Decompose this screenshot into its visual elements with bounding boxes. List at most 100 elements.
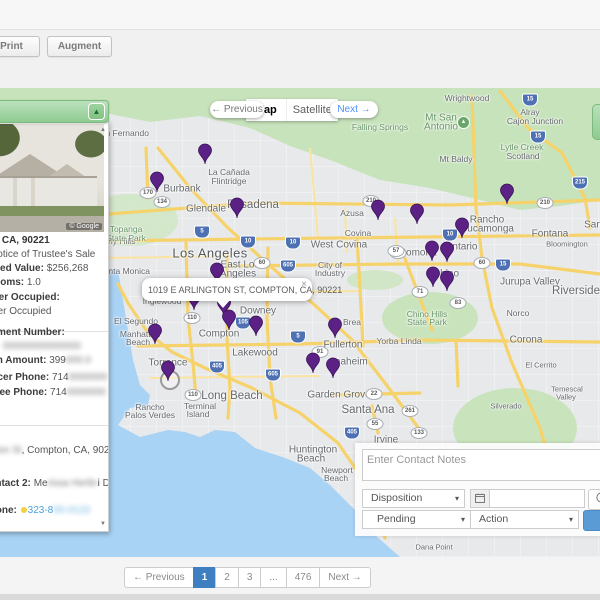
divider2 <box>0 425 109 426</box>
bottom-strip <box>0 594 600 600</box>
property-marker-icon[interactable] <box>305 352 321 374</box>
property-marker-icon[interactable] <box>248 315 264 337</box>
property-marker-icon[interactable] <box>499 183 515 205</box>
property-marker-icon[interactable] <box>409 203 425 225</box>
property-marker-icon[interactable] <box>325 357 341 379</box>
interstate-shield-icon: 605 <box>265 369 281 382</box>
property-marker-icon[interactable] <box>147 323 163 345</box>
pagination-page-3[interactable]: 3 <box>238 567 262 588</box>
document-number-line: Document Number: <box>0 327 65 338</box>
trustee-phone-line: Trustee Phone: 7140000000 <box>0 387 106 398</box>
property-marker-icon[interactable] <box>439 270 455 292</box>
interstate-shield-icon: 10 <box>240 236 256 249</box>
contact2-line: Contact 2: Merissa Herlini D <box>0 478 109 489</box>
state-route-shield-icon: 60 <box>474 257 491 269</box>
contact-form-panel: Disposition▾ Pending▾ Action▾ <box>355 443 600 536</box>
map-info-window: 1019 E ARLINGTON ST, COMPTON, CA, 90221 … <box>142 278 312 301</box>
pagination-page-1[interactable]: 1 <box>193 567 217 588</box>
assessed-value-line: Assessed Value: $256,268 <box>0 263 88 274</box>
pagination: ← Previous 1 2 3 ... 476 Next → <box>124 567 371 588</box>
interstate-shield-icon: 15 <box>495 259 511 272</box>
property-marker-icon[interactable] <box>327 317 343 339</box>
state-route-shield-icon: 83 <box>450 297 467 309</box>
state-route-shield-icon: 210 <box>537 197 554 209</box>
sale-type-line: Sale Type: Notice of Trustee's Sale <box>0 249 95 260</box>
state-route-shield-icon: 60 <box>254 257 271 269</box>
augment-button[interactable]: Augment <box>47 36 112 57</box>
interstate-shield-icon: 405 <box>209 361 225 374</box>
owner-occupied-line: Owner Occupied: Owner Occupied <box>0 291 83 319</box>
info-window-pointer <box>216 300 230 308</box>
status-select[interactable]: Pending▾ <box>362 510 471 529</box>
scroll-down-icon[interactable]: ▼ <box>100 521 106 527</box>
date-input-group <box>470 489 585 508</box>
disposition-select[interactable]: Disposition▾ <box>362 489 465 508</box>
property-marker-icon[interactable] <box>160 360 176 382</box>
pagination-next-button[interactable]: Next → <box>319 567 370 588</box>
state-route-shield-icon: 110 <box>185 389 202 401</box>
property-marker-icon[interactable] <box>424 240 440 262</box>
collapse-panel-button[interactable]: ▲ <box>88 103 105 120</box>
page: Export / Print Augment <box>0 0 600 600</box>
contact-notes-input[interactable] <box>362 449 600 481</box>
chevron-down-icon: ▾ <box>569 511 573 528</box>
export-print-button[interactable]: Export / Print <box>0 36 40 57</box>
interstate-shield-icon: 405 <box>344 427 360 440</box>
status-dot-icon <box>21 507 27 513</box>
property-address: 1019 E ARLINGTON ST, COMPTON, CA, 90221 <box>0 235 50 246</box>
pagination-page-2[interactable]: 2 <box>215 567 239 588</box>
document-number-value: 00000000000000 <box>3 341 81 352</box>
mountain-poi-icon: ▲ <box>457 116 470 129</box>
loan-amount-line: Loan Amount: 399000.0 <box>0 355 91 366</box>
state-route-shield-icon: 55 <box>367 418 384 430</box>
photo-post2 <box>31 178 35 206</box>
info-window-address: 1019 E ARLINGTON ST, COMPTON, CA, 90221 <box>148 285 342 295</box>
interstate-shield-icon: 15 <box>522 94 538 107</box>
action-select[interactable]: Action▾ <box>470 510 579 529</box>
property-marker-icon[interactable] <box>370 199 386 221</box>
state-route-shield-icon: 133 <box>411 427 428 439</box>
right-panel-toggle[interactable] <box>592 104 600 140</box>
interstate-shield-icon: 605 <box>280 260 296 273</box>
scroll-up-icon[interactable]: ▲ <box>100 127 106 133</box>
mailing-address-line: 1019 E Arlington St, Compton, CA, 90221- <box>0 445 109 456</box>
state-route-shield-icon: 57 <box>388 245 405 257</box>
time-picker-button[interactable] <box>588 489 600 510</box>
pagination-prev-button[interactable]: ← Previous <box>124 567 194 588</box>
state-route-shield-icon: 22 <box>366 388 383 400</box>
property-marker-icon[interactable] <box>221 309 237 331</box>
interstate-shield-icon: 5 <box>290 331 306 344</box>
close-icon[interactable]: × <box>301 279 307 290</box>
property-marker-icon[interactable] <box>149 171 165 193</box>
submit-button[interactable] <box>583 510 600 531</box>
bathrooms-line: Bathrooms: 1.0 <box>0 277 41 288</box>
date-input[interactable] <box>490 490 584 507</box>
interstate-shield-icon: 215 <box>572 177 588 190</box>
toolbar-strip <box>0 0 600 30</box>
interstate-shield-icon: 15 <box>530 131 546 144</box>
property-photo: © Google <box>0 124 104 232</box>
photo-lawn <box>0 206 104 216</box>
map-next-button[interactable]: Next → <box>330 101 378 118</box>
pagination-page-476[interactable]: 476 <box>286 567 321 588</box>
property-marker-icon[interactable] <box>454 217 470 239</box>
interstate-shield-icon: 5 <box>194 226 210 239</box>
property-panel-header: ▲ <box>0 100 109 123</box>
state-route-shield-icon: 134 <box>154 196 171 208</box>
interstate-shield-icon: 10 <box>285 237 301 250</box>
state-route-shield-icon: 110 <box>184 312 201 324</box>
calendar-icon <box>471 490 490 507</box>
chevron-down-icon: ▾ <box>455 490 459 507</box>
servicer-phone-line: Servicer Phone: 7140000000 <box>0 372 108 383</box>
property-card: © Google ▲ ▼ 1019 E ARLINGTON ST, COMPTO… <box>0 121 109 532</box>
pagination-ellipsis: ... <box>260 567 286 588</box>
property-marker-icon[interactable] <box>229 197 245 219</box>
map-prev-button[interactable]: ← Previous <box>210 101 264 118</box>
photo-google-credit: © Google <box>66 223 102 230</box>
property-marker-icon[interactable] <box>197 143 213 165</box>
contact-phone-line: Phone: 323-855-0123 <box>0 505 90 516</box>
property-marker-icon[interactable] <box>439 241 455 263</box>
chevron-down-icon: ▾ <box>461 511 465 528</box>
photo-post <box>13 178 17 206</box>
top-toolbar: Export / Print Augment <box>0 0 600 89</box>
